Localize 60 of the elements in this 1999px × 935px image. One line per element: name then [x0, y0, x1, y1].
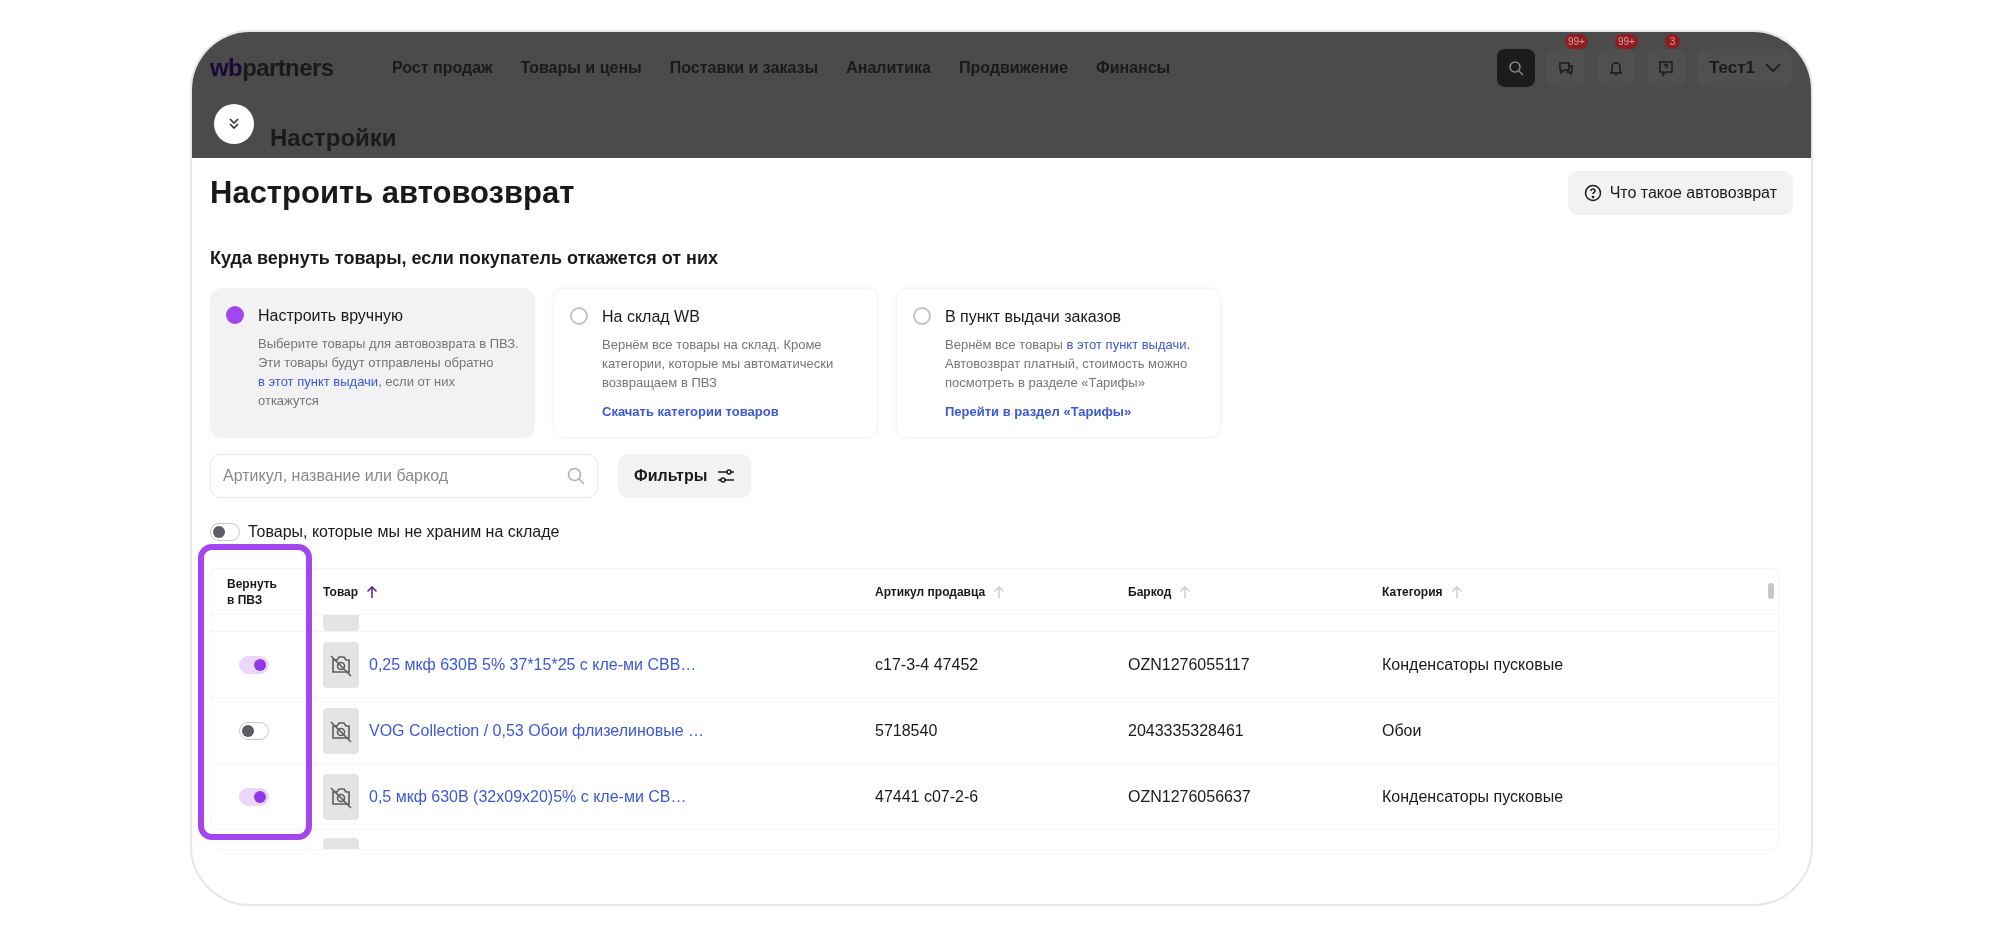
toggle-switch[interactable] [239, 787, 269, 806]
double-chevron-icon [227, 117, 241, 131]
search-icon [566, 466, 586, 486]
table-cell-text: 47441 c07-2-6 [875, 786, 980, 807]
collapse-button[interactable] [214, 104, 254, 144]
no-photo-icon [323, 707, 359, 754]
option-card[interactable]: На склад WB Вернём все товары на склад. Кроме категории, которые мы автоматически возвращаем в ПВЗ Скачать категории товаров [553, 287, 878, 438]
radio-button[interactable] [226, 305, 244, 324]
column-header[interactable]: Вернуть в ПВЗ [227, 575, 287, 608]
toggle-switch[interactable] [239, 655, 269, 674]
no-photo-icon [323, 773, 359, 820]
option-title: На склад WB [602, 306, 701, 327]
toggle-label: Товары, которые мы не храним на складе [248, 522, 560, 542]
action-link[interactable]: Перейти в раздел «Тарифы» [945, 401, 1204, 421]
table-cell-text: Конденсаторы пусковые [1382, 786, 1565, 807]
chevron-down-icon [1765, 63, 1781, 73]
scrollbar [1768, 583, 1774, 599]
product-link[interactable]: 0,5 мкф 630В (32x09x20)5% с кле-ми СВ… [369, 784, 687, 809]
column-header[interactable]: Категория [1382, 583, 1443, 600]
option-description: Выберите товары для автовозврата в ПВЗ. Эти товары будут отправлены обратно в этот пункт выдачи, если от них откажутся [258, 334, 519, 410]
column-header[interactable]: Артикул продавца [875, 583, 986, 600]
page-title: Настроить автовозврат [210, 174, 575, 212]
sliders-icon [717, 468, 736, 484]
option-description: Вернём все товары на склад. Кроме категории, которые мы автоматически возвращаем в ПВЗ [602, 335, 835, 392]
table-cell-text: 5718540 [875, 720, 939, 741]
option-title: Настроить вручную [258, 305, 404, 326]
table-cell-text: OZN1276056637 [1128, 786, 1252, 807]
column-header[interactable]: Баркод [1128, 583, 1172, 600]
action-link[interactable]: Скачать категории товаров [602, 401, 861, 421]
table-cell-text: Обои [1382, 720, 1423, 741]
column-header[interactable]: Товар [323, 583, 359, 600]
radio-button[interactable] [570, 306, 588, 325]
option-description: Вернём все товары в этот пункт выдачи. Автовозврат платный, стоимость можно посмотреть в разделе «Тарифы» [945, 335, 1192, 392]
option-card[interactable]: Настроить вручную Выберите товары для автовозврата в ПВЗ. Эти товары будут отправлены обратно в этот пункт выдачи, если от них откажутся [210, 287, 535, 438]
question-icon [1583, 184, 1602, 203]
option-card[interactable]: В пункт выдачи заказов Вернём все товары в этот пункт выдачи. Автовозврат платный, стоимость можно посмотреть в разделе «Тарифы» Перейти в раздел «Тарифы» [896, 287, 1221, 438]
product-thumbnail [323, 615, 359, 631]
table-cell-text: 2043335328461 [1128, 720, 1245, 741]
no-photo-icon [323, 641, 359, 688]
notification-badge: 3 [1665, 34, 1680, 49]
search-icon [1506, 58, 1526, 78]
product-link[interactable]: 0,25 мкф 630В 5% 37*15*25 с кле-ми СВВ… [369, 652, 697, 677]
product-link[interactable]: VOG Collection / 0,53 Обои флизелиновые … [369, 718, 705, 743]
inline-link[interactable]: в этот пункт выдачи. [1066, 336, 1191, 352]
toggle-switch[interactable] [210, 523, 240, 541]
table-cell-text: OZN1276055117 [1128, 654, 1251, 675]
radio-button[interactable] [913, 306, 931, 325]
notification-badge: 99+ [1565, 34, 1588, 49]
notification-badge: 99+ [1615, 34, 1638, 49]
section-title: Куда вернуть товары, если покупатель откажется от них [210, 246, 720, 270]
table-cell-text: c17-3-4 47452 [875, 654, 980, 675]
search-button[interactable] [1497, 49, 1535, 87]
filters-button[interactable]: Фильтры [618, 454, 752, 498]
inline-link[interactable]: в этот пункт выдачи [258, 373, 379, 389]
help-button[interactable]: Что такое автовозврат [1567, 171, 1793, 216]
table-cell-text: Конденсаторы пусковые [1382, 654, 1565, 675]
toggle-switch[interactable] [239, 721, 269, 740]
search-field[interactable]: Артикул, название или баркод [210, 454, 598, 498]
help-chat-icon [1656, 58, 1676, 78]
option-title: В пункт выдачи заказов [945, 306, 1123, 327]
